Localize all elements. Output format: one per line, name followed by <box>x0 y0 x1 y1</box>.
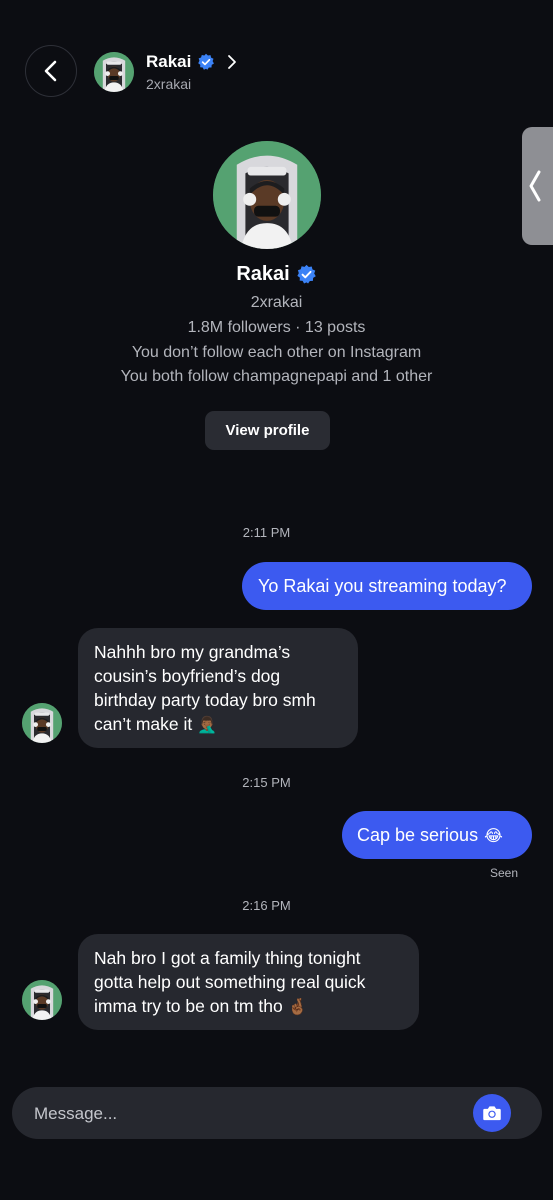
verified-badge-icon <box>198 53 215 70</box>
sender-avatar[interactable] <box>22 703 62 743</box>
facepalm-emoji: 🤦🏾‍♂️ <box>197 715 218 734</box>
side-panel-tab[interactable] <box>522 127 553 245</box>
message-text: Cap be serious <box>357 824 479 845</box>
message-text: Yo Rakai you streaming today? <box>258 575 507 596</box>
header-name-link[interactable]: Rakai <box>146 52 239 72</box>
message-composer <box>12 1087 542 1141</box>
timestamp: 2:11 PM <box>242 525 291 540</box>
timestamp: 2:15 PM <box>242 775 291 790</box>
mutual-followers: You both follow champagnepapi and 1 othe… <box>120 368 433 385</box>
header-avatar[interactable] <box>94 52 134 92</box>
outgoing-message[interactable]: Cap be serious 😂 <box>342 811 532 859</box>
profile-handle: 2xrakai <box>250 294 303 311</box>
incoming-message[interactable]: Nahhh bro my grandma’s cousin’s boyfrien… <box>78 628 358 748</box>
camera-icon <box>483 1106 501 1121</box>
message-text: Nah bro I got a family thing tonight got… <box>94 948 366 1016</box>
header-handle: 2xrakai <box>146 76 192 92</box>
view-profile-button[interactable]: View profile <box>205 411 330 450</box>
profile-avatar[interactable] <box>213 141 321 249</box>
header-name: Rakai <box>146 52 192 71</box>
chevron-right-icon <box>228 55 237 69</box>
seen-indicator: Seen <box>490 866 519 880</box>
chevron-left-icon <box>44 60 57 82</box>
back-button[interactable] <box>25 45 77 97</box>
timestamp: 2:16 PM <box>242 898 291 913</box>
camera-button[interactable] <box>473 1094 511 1132</box>
laughing-emoji: 😂 <box>484 825 503 845</box>
incoming-message[interactable]: Nah bro I got a family thing tonight got… <box>78 934 419 1030</box>
outgoing-message[interactable]: Yo Rakai you streaming today? <box>242 562 532 610</box>
profile-stats: 1.8M followers · 13 posts <box>187 319 366 336</box>
crossed-fingers-emoji: 🤞🏾 <box>287 997 308 1016</box>
follow-status: You don’t follow each other on Instagram <box>131 344 422 361</box>
profile-name: Rakai <box>236 263 290 285</box>
chevron-left-icon <box>529 170 541 202</box>
message-input[interactable] <box>32 1087 466 1141</box>
profile-name-row: Rakai <box>0 263 553 286</box>
sender-avatar[interactable] <box>22 980 62 1020</box>
verified-badge-icon <box>297 264 316 284</box>
